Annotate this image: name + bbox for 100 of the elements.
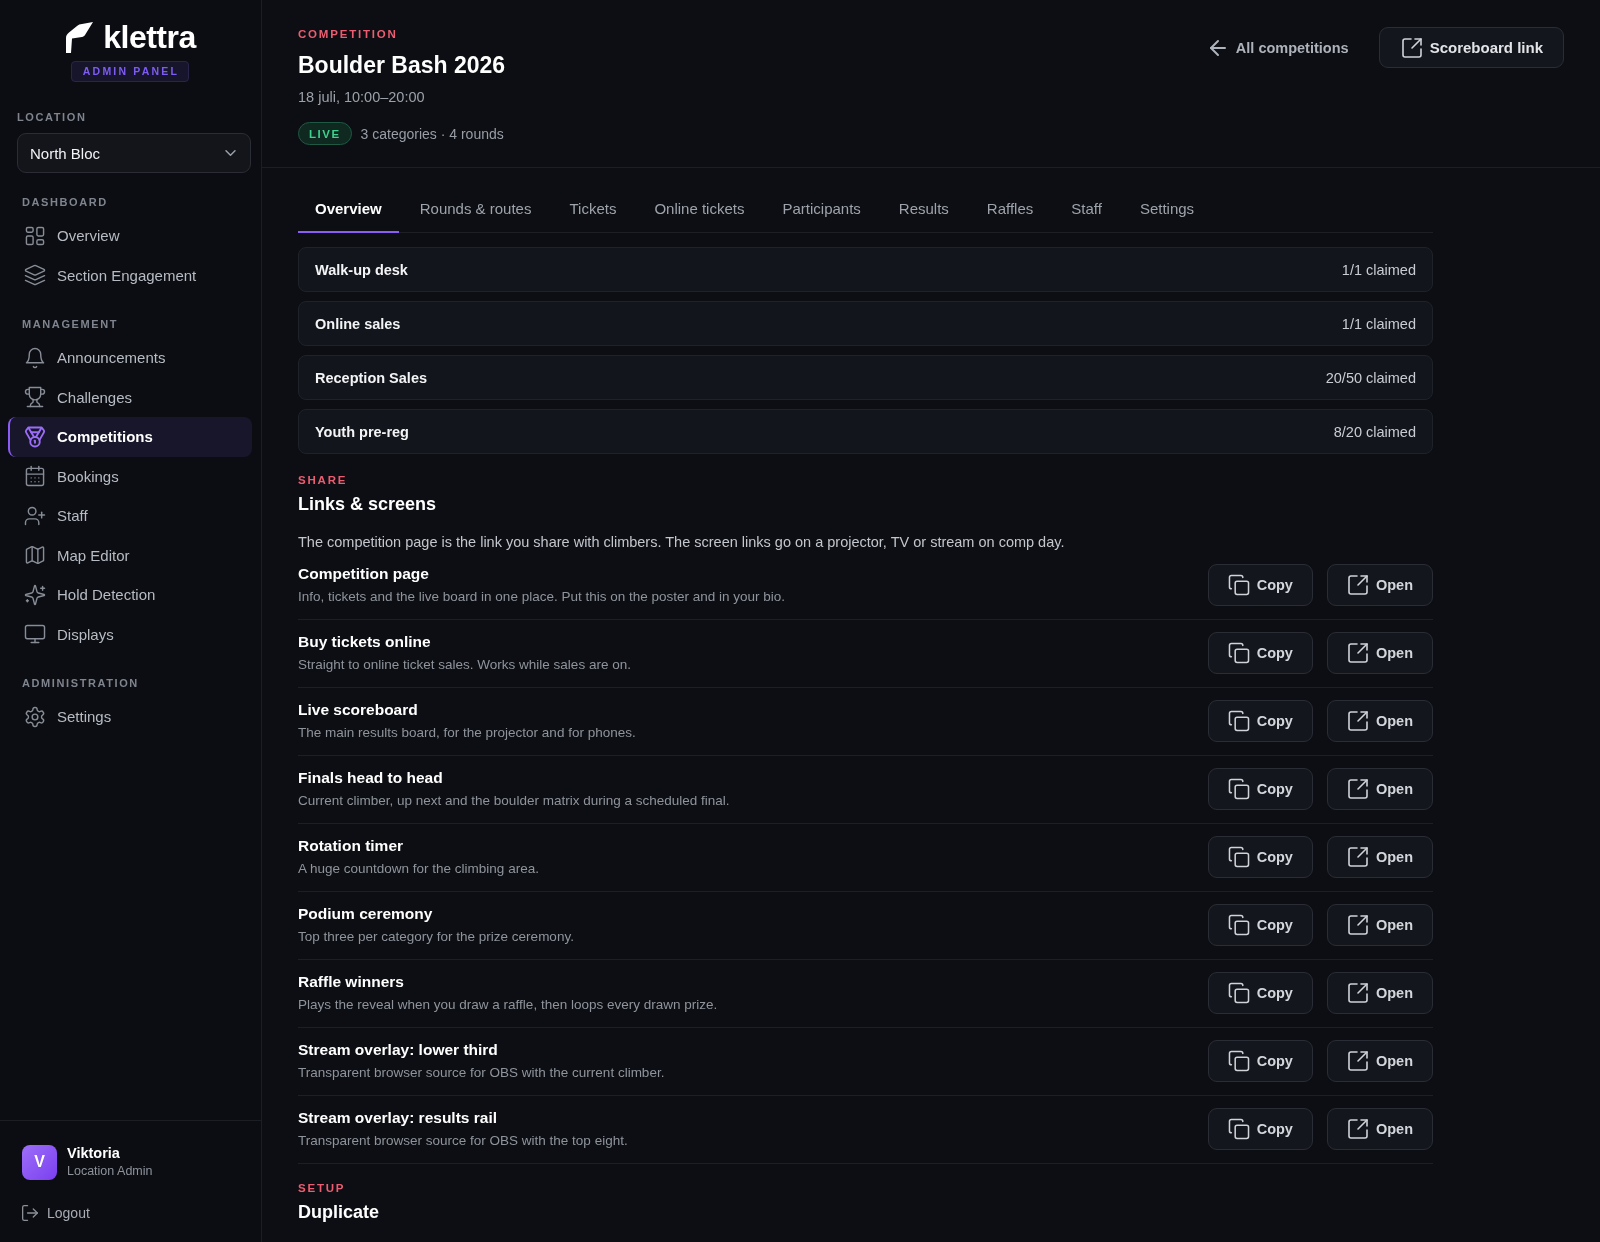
nav-heading: DASHBOARD [22,195,109,209]
tab[interactable]: Participants [765,185,878,233]
link-title: Stream overlay: results rail [298,1108,499,1128]
copy-button[interactable]: Copy [1207,972,1313,1014]
chevron-down-icon [225,150,236,156]
user-avatar: V [22,1144,57,1180]
copy-button[interactable]: Copy [1207,768,1313,810]
link-description: Top three per category for the prize ceremony. [298,928,574,946]
link-description: Current climber, up next and the boulder matrix during a scheduled final. [298,792,730,810]
user-name: Viktoria [67,1144,121,1163]
copy-button[interactable]: Copy [1207,700,1313,742]
link-description: Transparent browser source for OBS with the current climber. [298,1064,665,1082]
copy-button[interactable]: Copy [1207,632,1313,674]
claimed-count: 1/1 claimed [1341,315,1416,332]
external-link-icon [1347,779,1368,799]
brand-name: klettra [103,20,196,54]
external-link-icon [1347,847,1368,867]
link-title: Live scoreboard [298,700,419,720]
nav-item[interactable]: Hold Detection [8,575,252,615]
scoreboard-link-button[interactable]: Scoreboard link [1378,27,1564,68]
copy-icon [1228,575,1249,595]
section-description: The competition page is the link you share with climbers. The screen links go on a projector, TV or stream on comp day. [298,533,1066,552]
copy-button[interactable]: Copy [1207,564,1313,606]
ticket-name: Youth pre-reg [315,423,409,440]
nav-heading: ADMINISTRATION [22,676,140,690]
grid-icon [25,225,45,246]
open-button[interactable]: Open [1326,768,1433,810]
tab[interactable]: Overview [298,185,399,233]
copy-button[interactable]: Copy [1207,836,1313,878]
copy-button[interactable]: Copy [1207,1040,1313,1082]
section-title: Links & screens [298,493,438,516]
tab[interactable]: Settings [1122,185,1212,233]
ticket-name: Online sales [315,315,401,332]
open-button[interactable]: Open [1326,836,1433,878]
sparkle-icon [25,584,45,605]
nav-heading: MANAGEMENT [22,317,120,331]
calendar-icon [25,466,45,487]
copy-button[interactable]: Copy [1207,904,1313,946]
open-button[interactable]: Open [1326,972,1433,1014]
link-description: Info, tickets and the live board in one place. Put this on the poster and in your bio. [298,588,786,606]
open-button[interactable]: Open [1326,1108,1433,1150]
user-plus-icon [25,505,45,526]
section-title: Duplicate [298,1201,381,1224]
tab[interactable]: Rounds & routes [402,185,549,233]
copy-button[interactable]: Copy [1207,1108,1313,1150]
back-link[interactable]: All competitions [1209,39,1349,56]
nav-item[interactable]: Announcements [8,338,252,378]
page-title: Boulder Bash 2026 [298,51,506,80]
section-label: SETUP [298,1181,347,1195]
nav-item[interactable]: Bookings [8,456,252,496]
link-description: The main results board, for the projector and for phones. [298,724,636,742]
medal-icon [25,426,45,447]
copy-icon [1228,1051,1249,1071]
copy-icon [1228,915,1249,935]
open-button[interactable]: Open [1326,700,1433,742]
link-title: Finals head to head [298,768,444,788]
open-button[interactable]: Open [1326,1040,1433,1082]
event-summary: 3 categories · 4 rounds [360,125,504,142]
monitor-icon [25,624,45,645]
logout-link[interactable]: Logout [22,1203,261,1223]
event-date: 18 juli, 10:00–20:00 [298,88,426,107]
link-description: Straight to online ticket sales. Works while sales are on. [298,656,631,674]
tab[interactable]: Online tickets [637,185,762,233]
open-button[interactable]: Open [1326,904,1433,946]
nav-item[interactable]: Map Editor [8,535,252,575]
nav-item[interactable]: Displays [8,614,252,654]
tab[interactable]: Tickets [552,185,634,233]
open-button[interactable]: Open [1326,564,1433,606]
nav-item[interactable]: Competitions [8,417,252,457]
status-badge: LIVE [298,122,352,145]
open-button[interactable]: Open [1326,632,1433,674]
logout-icon [22,1205,38,1221]
tab[interactable]: Results [881,185,966,233]
layers-icon [25,265,45,286]
nav-item[interactable]: Staff [8,496,252,536]
panel-badge: ADMIN PANEL [70,61,190,82]
link-title: Raffle winners [298,972,405,992]
link-title: Buy tickets online [298,632,432,652]
nav-item[interactable]: Settings [8,697,252,737]
link-title: Competition page [298,564,430,584]
nav-item[interactable]: Overview [8,216,252,256]
external-link-icon [1401,37,1422,58]
claimed-count: 20/50 claimed [1325,369,1416,386]
external-link-icon [1347,983,1368,1003]
link-title: Stream overlay: lower third [298,1040,499,1060]
tab[interactable]: Staff [1054,185,1119,233]
external-link-icon [1347,643,1368,663]
section-label: COMPETITION [298,27,399,41]
nav-item[interactable]: Section Engagement [8,255,252,295]
link-description: A huge countdown for the climbing area. [298,860,539,878]
ticket-name: Reception Sales [315,369,427,386]
tab[interactable]: Raffles [969,185,1051,233]
trophy-icon [25,387,45,408]
nav-item[interactable]: Challenges [8,377,252,417]
user-role: Location Admin [67,1163,153,1180]
external-link-icon [1347,575,1368,595]
settings-icon [25,706,45,727]
location-select[interactable]: North Bloc [17,133,251,173]
logo-icon [64,20,95,54]
map-icon [25,545,45,566]
